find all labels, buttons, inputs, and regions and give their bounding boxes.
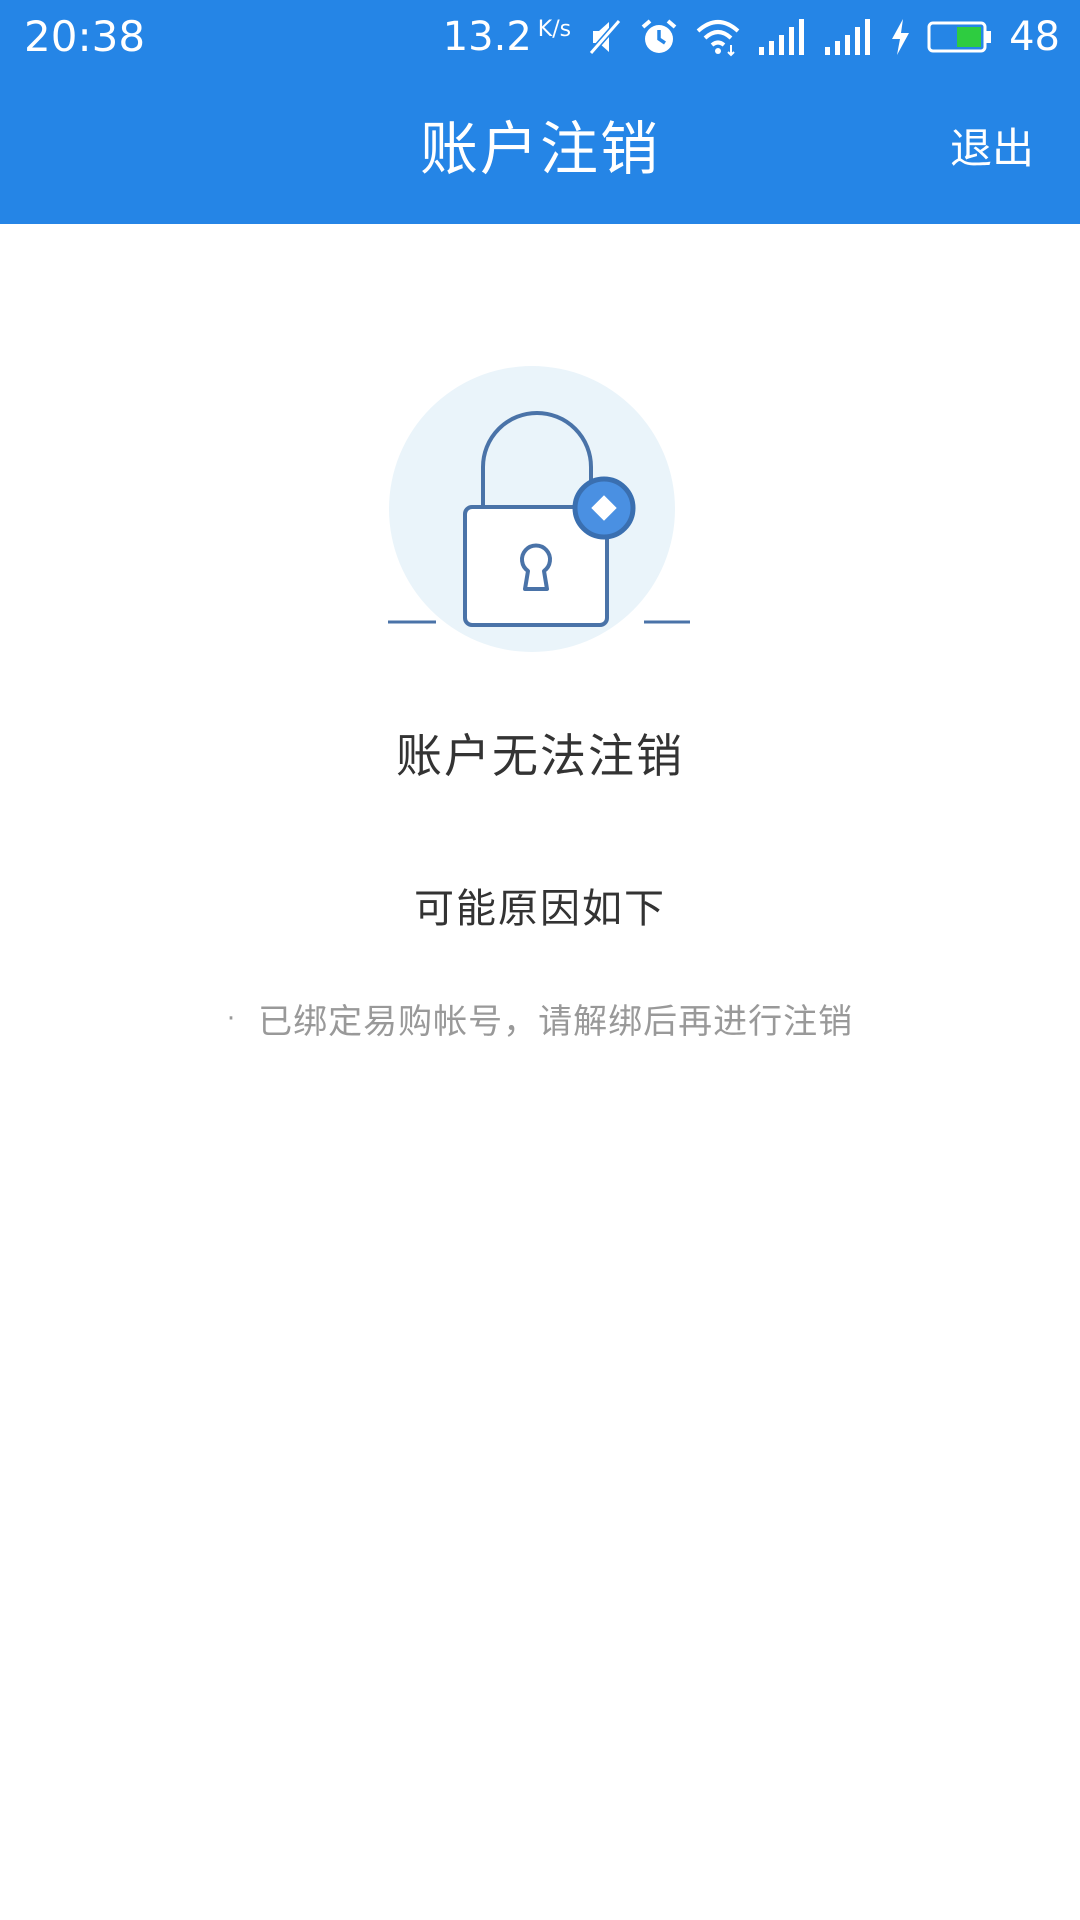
title-bar: 账户注销 退出 — [0, 74, 1080, 224]
battery-level: 48 — [1009, 14, 1060, 60]
mute-icon — [587, 17, 623, 57]
status-time: 20:38 — [24, 12, 146, 61]
status-heading: 账户无法注销 — [396, 729, 684, 783]
page-title: 账户注销 — [419, 115, 660, 183]
list-item: · 已绑定易购帐号，请解绑后再进行注销 — [227, 994, 853, 1043]
signal-icon-2 — [823, 17, 873, 57]
reason-list: · 已绑定易购帐号，请解绑后再进行注销 — [0, 994, 1080, 1043]
bullet: · — [226, 1003, 237, 1034]
battery-icon — [927, 19, 993, 55]
wifi-icon — [695, 17, 741, 57]
network-speed: 13.2 K/s — [443, 14, 571, 60]
status-right: 13.2 K/s 48 — [443, 10, 1060, 64]
main-content: 账户无法注销 可能原因如下 · 已绑定易购帐号，请解绑后再进行注销 — [0, 224, 1080, 1920]
charging-icon — [889, 17, 911, 57]
network-speed-unit: K/s — [537, 17, 572, 42]
signal-icon-1 — [757, 17, 807, 57]
reasons-heading: 可能原因如下 — [414, 886, 666, 932]
alarm-icon — [639, 17, 679, 57]
lock-icon — [388, 366, 690, 652]
reason-text: 已绑定易购帐号，请解绑后再进行注销 — [258, 1002, 854, 1042]
exit-button[interactable]: 退出 — [950, 74, 1034, 224]
network-speed-value: 13.2 — [442, 14, 532, 60]
status-bar: 20:38 13.2 K/s 48 — [0, 0, 1080, 74]
